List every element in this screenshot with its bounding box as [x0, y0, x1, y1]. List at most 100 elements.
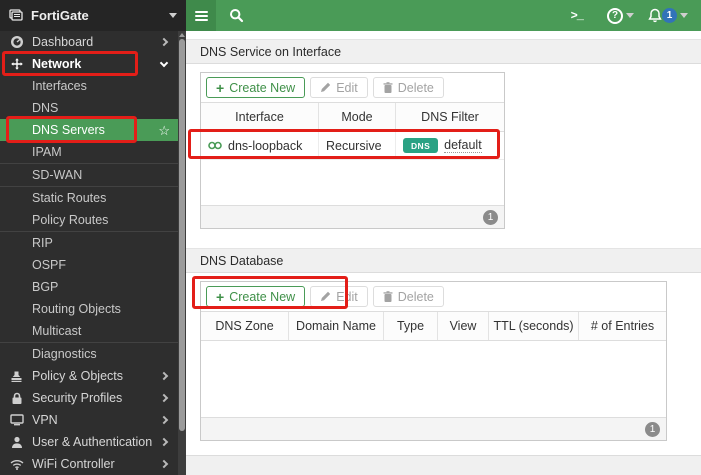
dns-service-toolbar: + Create New Edit Delete	[201, 73, 504, 103]
sidebar-item-label: DNS Servers	[32, 123, 105, 137]
sidebar-item-label: Policy & Objects	[32, 369, 124, 383]
sidebar-item-label: User & Authentication	[32, 435, 153, 449]
column-header-view[interactable]: View	[438, 312, 489, 340]
notification-count-badge: 1	[662, 8, 677, 23]
table-row-dns-loopback[interactable]: dns-loopback Recursive DNS default	[201, 132, 504, 160]
sidebar-item-routing-objects[interactable]: Routing Objects	[0, 298, 178, 320]
create-new-label: Create New	[229, 289, 296, 304]
cli-console-icon[interactable]: >_	[571, 9, 584, 23]
fortigate-device-icon	[9, 8, 24, 23]
sidebar-item-network[interactable]: Network	[0, 53, 178, 75]
column-header-dns-zone[interactable]: DNS Zone	[201, 312, 289, 340]
sidebar-item-label: IPAM	[32, 145, 62, 159]
sidebar-item-label: Security Profiles	[32, 391, 123, 405]
table-footer: 1	[201, 417, 666, 440]
user-icon	[9, 435, 24, 450]
sidebar-item-policy-routes[interactable]: Policy Routes	[0, 209, 178, 231]
pencil-icon	[321, 291, 331, 301]
trash-icon	[383, 290, 393, 302]
column-header-type[interactable]: Type	[384, 312, 438, 340]
sidebar-item-label: Static Routes	[32, 191, 107, 205]
help-menu[interactable]: ?	[607, 7, 634, 24]
delete-button[interactable]: Delete	[372, 286, 444, 307]
sidebar-item-label: Policy Routes	[32, 213, 109, 227]
sidebar-item-label: Network	[32, 57, 82, 71]
vdom-selector[interactable]: FortiGate	[0, 0, 186, 31]
sidebar-item-label: VPN	[32, 413, 58, 427]
sidebar-item-static-routes[interactable]: Static Routes	[0, 187, 178, 209]
create-new-button[interactable]: + Create New	[206, 77, 306, 98]
sidebar-item-ipam[interactable]: IPAM	[0, 141, 178, 163]
sidebar-item-label: Multicast	[32, 324, 82, 338]
section-header-dns-service: DNS Service on Interface	[186, 39, 701, 64]
sidebar-item-label: Interfaces	[32, 79, 87, 93]
chevron-right-icon	[159, 459, 169, 469]
sidebar-item-sd-wan[interactable]: SD-WAN	[0, 164, 178, 186]
notifications-menu[interactable]: 1	[648, 8, 688, 23]
scrollbar-up-arrow-icon[interactable]	[179, 33, 185, 37]
edit-button[interactable]: Edit	[310, 286, 368, 307]
sidebar-item-interfaces[interactable]: Interfaces	[0, 75, 178, 97]
interface-cell: dns-loopback	[201, 132, 319, 159]
hamburger-menu-button[interactable]	[186, 0, 216, 31]
sidebar-item-multicast[interactable]: Multicast	[0, 320, 178, 342]
sidebar-item-dns-servers[interactable]: DNS Servers ☆	[0, 119, 178, 141]
column-header-dns-filter[interactable]: DNS Filter	[396, 103, 504, 131]
dns-service-table-panel: + Create New Edit Delete Interface Mode	[200, 72, 505, 229]
table-header-row: Interface Mode DNS Filter	[201, 103, 504, 132]
column-header-mode[interactable]: Mode	[319, 103, 396, 131]
sidebar-item-policy-objects[interactable]: Policy & Objects	[0, 365, 178, 387]
interface-name: dns-loopback	[228, 138, 303, 153]
dns-filter-cell: DNS default	[396, 132, 504, 159]
search-button[interactable]	[229, 8, 244, 23]
favorite-star-icon[interactable]: ☆	[158, 124, 170, 137]
wifi-icon	[9, 457, 24, 472]
sidebar-item-bgp[interactable]: BGP	[0, 276, 178, 298]
column-header-num-entries[interactable]: # of Entries	[579, 312, 666, 340]
dns-database-table-panel: + Create New Edit Delete DNS Zone Domain…	[200, 281, 667, 441]
sidebar-nav: Dashboard Network Interfaces DNS DNS Ser…	[0, 31, 178, 475]
delete-label: Delete	[397, 289, 434, 304]
page-number-badge[interactable]: 1	[483, 209, 498, 225]
scrollbar-thumb[interactable]	[179, 39, 185, 431]
sidebar-item-diagnostics[interactable]: Diagnostics	[0, 343, 178, 365]
chevron-down-icon	[626, 13, 634, 18]
section-title: DNS Service on Interface	[200, 44, 342, 59]
sidebar-item-security-profiles[interactable]: Security Profiles	[0, 387, 178, 409]
column-header-domain-name[interactable]: Domain Name	[289, 312, 384, 340]
plus-icon: +	[216, 288, 225, 305]
sidebar-item-user-authentication[interactable]: User & Authentication	[0, 431, 178, 453]
topbar: >_ ? 1	[186, 0, 701, 31]
help-icon: ?	[607, 7, 623, 24]
edit-label: Edit	[336, 80, 358, 95]
edit-button[interactable]: Edit	[310, 77, 368, 98]
page-number-badge[interactable]: 1	[645, 421, 660, 437]
sidebar-item-vpn[interactable]: VPN	[0, 409, 178, 431]
sidebar-item-wifi-controller[interactable]: WiFi Controller	[0, 453, 178, 475]
fortigate-app: FortiGate Dashboard Network Interfaces D…	[0, 0, 701, 475]
mode-cell: Recursive	[319, 132, 396, 159]
chevron-down-icon	[159, 58, 169, 67]
brand-label: FortiGate	[31, 8, 89, 23]
gauge-icon	[9, 35, 24, 50]
sidebar: FortiGate Dashboard Network Interfaces D…	[0, 0, 186, 475]
sidebar-item-rip[interactable]: RIP	[0, 232, 178, 254]
chevron-down-icon	[680, 13, 688, 18]
sidebar-item-label: RIP	[32, 236, 53, 250]
table-footer: 1	[201, 205, 504, 228]
sidebar-item-dns[interactable]: DNS	[0, 97, 178, 119]
sidebar-item-ospf[interactable]: OSPF	[0, 254, 178, 276]
create-new-button[interactable]: + Create New	[206, 286, 306, 307]
sidebar-item-label: OSPF	[32, 258, 67, 272]
sidebar-item-dashboard[interactable]: Dashboard	[0, 31, 178, 53]
sidebar-item-label: Dashboard	[32, 35, 94, 49]
dns-filter-profile-link[interactable]: default	[444, 138, 482, 153]
lock-icon	[9, 391, 24, 406]
sidebar-item-label: BGP	[32, 280, 59, 294]
sidebar-scrollbar[interactable]	[178, 31, 186, 475]
column-header-interface[interactable]: Interface	[201, 103, 319, 131]
empty-table-body	[201, 160, 504, 205]
topbar-right: >_ ? 1	[571, 7, 701, 24]
delete-button[interactable]: Delete	[372, 77, 444, 98]
column-header-ttl[interactable]: TTL (seconds)	[489, 312, 579, 340]
